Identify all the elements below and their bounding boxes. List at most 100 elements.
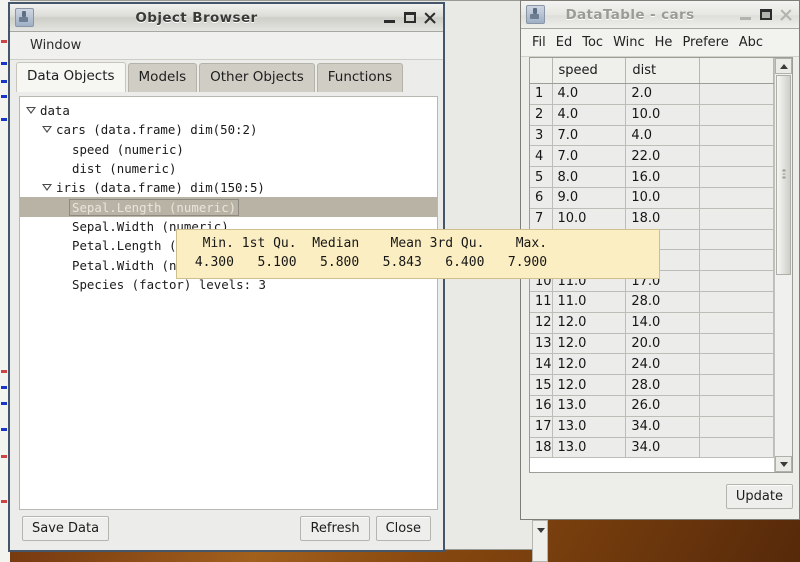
datatable-vertical-scrollbar[interactable]: [774, 58, 792, 472]
row-index[interactable]: 14: [530, 353, 553, 376]
object-browser-menubar[interactable]: Window: [10, 32, 443, 60]
tree-expand-triangle-icon[interactable]: [26, 105, 37, 116]
table-row[interactable]: 4 7.0 22.0: [530, 145, 774, 168]
table-row[interactable]: 14 12.0 24.0: [530, 353, 774, 376]
close-button[interactable]: Close: [375, 515, 431, 541]
row-index[interactable]: 11: [530, 291, 553, 313]
table-cell[interactable]: 18.0: [625, 208, 701, 230]
tree-item[interactable]: iris (data.frame) dim(150:5): [20, 178, 437, 197]
table-row[interactable]: 12 12.0 14.0: [530, 312, 774, 334]
table-row[interactable]: 16 13.0 26.0: [530, 395, 774, 417]
table-cell[interactable]: 10.0: [552, 208, 627, 230]
tree-item[interactable]: cars (data.frame) dim(50:2): [20, 120, 437, 139]
table-row[interactable]: 11 11.0 28.0: [530, 291, 774, 313]
table-row[interactable]: 1 4.0 2.0: [530, 83, 774, 105]
table-row[interactable]: 13 12.0 20.0: [530, 333, 774, 355]
table-cell[interactable]: 2.0: [625, 83, 701, 105]
table-row[interactable]: 18 13.0 34.0: [530, 437, 774, 459]
row-index[interactable]: 1: [530, 83, 553, 105]
table-cell[interactable]: 28.0: [625, 291, 701, 313]
object-browser-window-buttons[interactable]: [381, 9, 439, 27]
datatable-menu-ed[interactable]: Ed: [551, 33, 577, 52]
tree-item[interactable]: speed (numeric): [20, 140, 437, 159]
table-cell[interactable]: 24.0: [625, 353, 701, 376]
table-cell[interactable]: 7.0: [552, 145, 627, 168]
data-objects-tree-pane[interactable]: data cars (data.frame) dim(50:2) speed (nu…: [19, 96, 438, 510]
tab-other-objects[interactable]: Other Objects: [199, 63, 315, 92]
datatable-menu-prefere[interactable]: Prefere: [677, 33, 733, 52]
table-cell[interactable]: 12.0: [552, 374, 627, 396]
table-row[interactable]: 15 12.0 28.0: [530, 374, 774, 396]
row-index[interactable]: 3: [530, 125, 553, 147]
table-cell[interactable]: 7.0: [552, 125, 627, 147]
table-cell[interactable]: 14.0: [625, 312, 701, 334]
maximize-icon[interactable]: [757, 6, 775, 24]
datatable-titlebar[interactable]: DataTable - cars: [521, 1, 799, 29]
maximize-icon[interactable]: [401, 9, 419, 27]
row-index[interactable]: 12: [530, 312, 553, 334]
column-header-blank[interactable]: [699, 58, 774, 84]
table-row[interactable]: 3 7.0 4.0: [530, 125, 774, 147]
datatable-menu-toc[interactable]: Toc: [577, 33, 608, 52]
table-row[interactable]: 6 9.0 10.0: [530, 187, 774, 209]
row-index[interactable]: 18: [530, 437, 553, 459]
row-index[interactable]: 15: [530, 374, 553, 396]
tree-item[interactable]: Sepal.Length (numeric): [20, 197, 437, 217]
table-cell[interactable]: 26.0: [625, 395, 701, 417]
close-icon[interactable]: [421, 9, 439, 27]
table-cell[interactable]: 10.0: [625, 104, 701, 126]
table-cell[interactable]: 4.0: [625, 125, 701, 147]
datatable-menu-fil[interactable]: Fil: [527, 33, 551, 52]
menu-window[interactable]: Window: [24, 36, 87, 55]
row-index[interactable]: 2: [530, 104, 553, 126]
object-browser-titlebar[interactable]: Object Browser: [10, 4, 443, 32]
table-cell[interactable]: 12.0: [552, 312, 627, 334]
row-index[interactable]: 4: [530, 145, 553, 168]
background-window-scroll-arrow[interactable]: [532, 520, 548, 562]
table-cell[interactable]: 34.0: [625, 437, 701, 459]
table-row[interactable]: 5 8.0 16.0: [530, 166, 774, 188]
scrollbar-thumb[interactable]: [776, 75, 791, 275]
scroll-down-arrow-icon[interactable]: [775, 456, 792, 472]
scroll-up-arrow-icon[interactable]: [775, 58, 792, 74]
close-icon[interactable]: [777, 6, 795, 24]
table-cell[interactable]: 11.0: [552, 291, 627, 313]
tab-data-objects[interactable]: Data Objects: [16, 62, 126, 92]
row-index[interactable]: 16: [530, 395, 553, 417]
datatable-menubar[interactable]: Fil Ed Toc Winc He Prefere Abc: [521, 29, 799, 57]
tree-item[interactable]: dist (numeric): [20, 159, 437, 178]
tab-models[interactable]: Models: [127, 63, 198, 92]
table-cell[interactable]: 9.0: [552, 187, 627, 209]
table-cell[interactable]: 10.0: [625, 187, 701, 209]
datatable-menu-he[interactable]: He: [650, 33, 678, 52]
column-header-speed[interactable]: speed: [552, 58, 627, 84]
table-cell[interactable]: 13.0: [552, 416, 627, 438]
table-cell[interactable]: 13.0: [552, 437, 627, 459]
table-cell[interactable]: 12.0: [552, 333, 627, 355]
table-row[interactable]: 7 10.0 18.0: [530, 208, 774, 230]
column-header-dist[interactable]: dist: [625, 58, 701, 84]
tree-expand-triangle-icon[interactable]: [42, 182, 53, 193]
table-cell[interactable]: 20.0: [625, 333, 701, 355]
table-cell[interactable]: 16.0: [625, 166, 701, 188]
column-header-blank[interactable]: [530, 58, 553, 84]
row-index[interactable]: 5: [530, 166, 553, 188]
table-cell[interactable]: 28.0: [625, 374, 701, 396]
tree-expand-triangle-icon[interactable]: [42, 124, 53, 135]
save-data-button[interactable]: Save Data: [22, 515, 110, 541]
table-cell[interactable]: 8.0: [552, 166, 627, 188]
row-index[interactable]: 17: [530, 416, 553, 438]
tree-item[interactable]: data: [20, 101, 437, 120]
table-cell[interactable]: 13.0: [552, 395, 627, 417]
row-index[interactable]: 7: [530, 208, 553, 230]
table-cell[interactable]: 34.0: [625, 416, 701, 438]
table-row[interactable]: 17 13.0 34.0: [530, 416, 774, 438]
table-cell[interactable]: 22.0: [625, 145, 701, 168]
datatable-window-buttons[interactable]: [737, 6, 795, 24]
row-index[interactable]: 13: [530, 333, 553, 355]
table-cell[interactable]: 4.0: [552, 104, 627, 126]
table-cell[interactable]: 4.0: [552, 83, 627, 105]
datatable-menu-winc[interactable]: Winc: [608, 33, 650, 52]
object-browser-tabstrip[interactable]: Data Objects Models Other Objects Functions: [10, 60, 443, 92]
table-cell[interactable]: 12.0: [552, 353, 627, 376]
